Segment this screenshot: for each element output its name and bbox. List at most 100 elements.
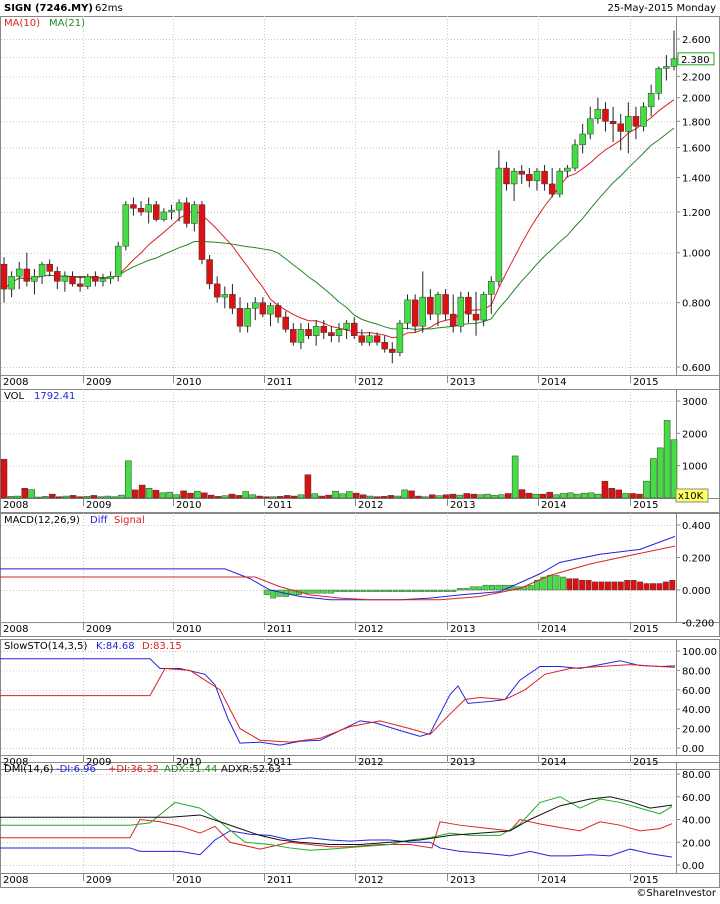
render-time: 62ms [95, 3, 123, 14]
candle [350, 317, 358, 340]
candle-body [647, 93, 655, 108]
macd-histogram-bar [469, 586, 476, 591]
candle-body [366, 335, 373, 343]
macd-histogram-bar [424, 589, 431, 592]
x-tick-label: 2013 [450, 624, 475, 635]
y-tick-label: 0.000 [682, 586, 711, 597]
candle [602, 102, 609, 132]
macd-histogram-bar [553, 575, 560, 591]
macd-histogram-bar [353, 589, 360, 592]
volume-bar [166, 491, 174, 499]
candle-body [381, 342, 388, 350]
candle [366, 332, 373, 346]
macd-histogram-bar [373, 589, 380, 592]
macd-histogram-bar [444, 589, 450, 592]
candle-body [297, 329, 305, 343]
legend-ma10: MA(10) [4, 18, 40, 29]
candle [389, 342, 396, 364]
x-tick-label: 2011 [267, 500, 292, 511]
x-tick-label: 2008 [3, 377, 28, 388]
x-tick-label: 2010 [176, 377, 201, 388]
last-price-label: 2.380 [681, 55, 710, 66]
volume-bar [408, 490, 415, 499]
volume-bar [332, 490, 339, 499]
candle [510, 168, 518, 202]
y-tick-label: 100.00 [682, 647, 717, 658]
candle [114, 241, 122, 282]
volume-bar [173, 494, 180, 499]
candle [46, 259, 53, 277]
x-tick-label: 2008 [3, 757, 28, 768]
dmi-panel [0, 796, 673, 858]
candle-body [99, 278, 107, 282]
volume-unit-label: x10K [678, 491, 704, 502]
y-tick-label: 0.00 [682, 861, 704, 872]
volume-bar [42, 496, 49, 499]
volume-bar [125, 460, 132, 499]
x-tick-label: 2012 [358, 500, 383, 511]
candle-body [213, 283, 221, 298]
candle [213, 276, 221, 303]
y-tick-label: 80.00 [682, 666, 711, 677]
volume-bar [656, 447, 664, 499]
x-tick-label: 2014 [541, 875, 566, 886]
volume-bar [435, 495, 443, 499]
candle [236, 297, 244, 333]
candle [38, 261, 46, 284]
macd-histogram-bar [341, 589, 347, 592]
y-tick-label: 40.00 [682, 816, 711, 827]
candle-body [526, 174, 533, 181]
macd-histogram-bar [379, 589, 386, 592]
candle-body [419, 296, 426, 327]
y-tick-label: 1.400 [682, 173, 711, 184]
stock-chart: SIGN (7246.MY) 62ms 25-May-2015 Monday M… [0, 0, 720, 900]
macd-legend-signal: Signal [114, 515, 145, 526]
volume-bar [118, 494, 125, 499]
volume-bar [574, 493, 581, 499]
volume-bar [518, 489, 526, 499]
candle-body [183, 202, 190, 224]
candle [160, 208, 168, 222]
candle [655, 66, 663, 100]
x-tick-label: 2012 [358, 757, 383, 768]
y-tick-label: 2.000 [682, 94, 711, 105]
x-tick-label: 2009 [86, 757, 111, 768]
volume-bar [449, 493, 457, 499]
volume-bar [587, 492, 595, 499]
x-tick-label: 2009 [86, 500, 111, 511]
x-tick-label: 2012 [358, 377, 383, 388]
volume-bar [539, 493, 547, 499]
sto-legend: SlowSTO(14,3,5) K:84.68 D:83.15 [4, 641, 182, 652]
volume-bar [387, 495, 395, 499]
macd-histogram-bar [585, 580, 592, 591]
volume-bar [594, 493, 602, 499]
macd-histogram-bar [559, 576, 566, 591]
x-tick-label: 2011 [267, 377, 292, 388]
macd-histogram-bar [456, 588, 463, 591]
macd-histogram-bar [328, 589, 335, 594]
macd-histogram-bar [662, 581, 669, 591]
candle-body [389, 348, 396, 353]
volume-bar [235, 495, 243, 499]
x-tick-label: 2009 [86, 377, 111, 388]
candle-body [282, 316, 289, 330]
candle-body [670, 58, 678, 67]
candle [198, 201, 206, 265]
volume-bar [622, 493, 629, 499]
candle-body [343, 322, 350, 330]
x-tick-label: 2015 [633, 500, 658, 511]
candle-body [320, 325, 328, 333]
x-tick-label: 2014 [541, 757, 566, 768]
x-tick-label: 2009 [86, 875, 111, 886]
y-axis-labels: 0.600 0.800 1.000 1.200 1.400 1.600 1.800 2.000… [675, 35, 717, 872]
candle-body [602, 108, 609, 122]
candle-body [503, 167, 510, 185]
candle [396, 320, 404, 357]
y-tick-label: 60.00 [682, 686, 711, 697]
candle-body [373, 335, 381, 343]
macd-histogram-bar [572, 578, 579, 591]
candle [290, 323, 297, 346]
candle [175, 199, 183, 222]
volume-bar [491, 495, 498, 499]
macd-histogram-bar [366, 589, 373, 592]
